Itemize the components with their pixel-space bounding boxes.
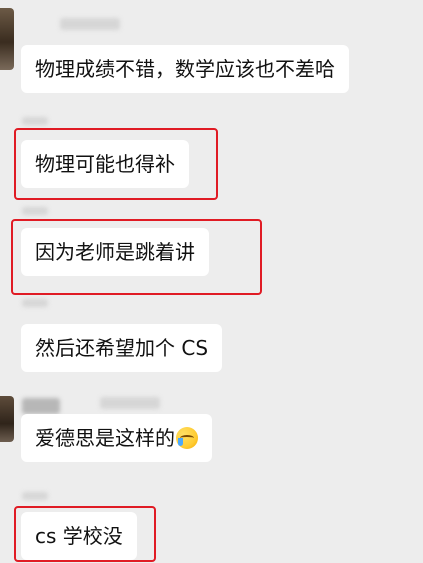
message-text: 物理成绩不错，数学应该也不差哈 bbox=[35, 57, 335, 81]
message-bubble[interactable]: 然后还希望加个 CS bbox=[21, 324, 223, 372]
message-text: 因为老师是跳着讲 bbox=[35, 240, 195, 264]
avatar[interactable] bbox=[0, 396, 14, 442]
sender-name-blurred bbox=[22, 299, 48, 307]
message-text: 爱德思是这样的 bbox=[35, 426, 175, 450]
message-bubble[interactable]: 因为老师是跳着讲 bbox=[21, 228, 209, 276]
sender-name-blurred bbox=[100, 397, 160, 409]
sender-name-blurred bbox=[22, 117, 48, 125]
avatar[interactable] bbox=[0, 8, 14, 70]
message-bubble[interactable]: 物理可能也得补 bbox=[21, 140, 189, 188]
sender-name-blurred bbox=[22, 398, 60, 414]
message-text: cs 学校没 bbox=[35, 524, 123, 548]
message-text: 物理可能也得补 bbox=[35, 152, 175, 176]
message-text: 然后还希望加个 CS bbox=[35, 336, 209, 360]
message-bubble[interactable]: 爱德思是这样的 bbox=[21, 414, 212, 462]
sender-name-blurred bbox=[22, 492, 48, 500]
sender-name-blurred bbox=[60, 18, 120, 30]
message-bubble[interactable]: 物理成绩不错，数学应该也不差哈 bbox=[21, 45, 349, 93]
face-with-tears-of-joy-icon bbox=[176, 427, 198, 449]
sender-name-blurred bbox=[22, 207, 48, 215]
message-bubble[interactable]: cs 学校没 bbox=[21, 512, 137, 560]
